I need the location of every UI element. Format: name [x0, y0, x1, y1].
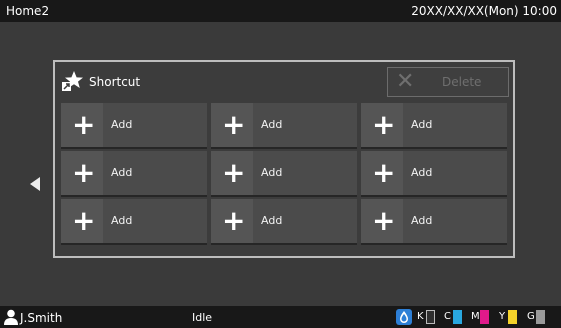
add-label: Add	[111, 118, 133, 131]
plus-icon-box: +	[61, 151, 103, 195]
add-shortcut-button[interactable]: + Add	[211, 199, 357, 245]
header-bar: Home2 20XX/XX/XX(Mon) 10:00	[0, 0, 561, 22]
add-shortcut-button[interactable]: + Add	[361, 199, 507, 245]
plus-icon-box: +	[61, 103, 103, 147]
add-shortcut-button[interactable]: + Add	[211, 151, 357, 197]
machine-status: Idle	[192, 311, 213, 324]
add-label: Add	[261, 118, 283, 131]
plus-icon-box: +	[211, 199, 253, 243]
ink-m-letter: M	[471, 311, 480, 322]
add-label: Add	[411, 118, 433, 131]
plus-icon-box: +	[211, 151, 253, 195]
user-name[interactable]: J.Smith	[20, 307, 62, 328]
ink-k-level	[426, 310, 435, 324]
date-time: 20XX/XX/XX(Mon) 10:00	[411, 4, 557, 18]
add-label: Add	[411, 166, 433, 179]
add-label: Add	[411, 214, 433, 227]
add-label: Add	[111, 214, 133, 227]
plus-icon: +	[72, 156, 96, 189]
plus-icon: +	[72, 108, 96, 141]
add-label: Add	[111, 166, 133, 179]
ink-c-letter: C	[444, 311, 451, 322]
status-bar: J.Smith Idle K C M Y G	[0, 306, 561, 328]
plus-icon: +	[372, 156, 396, 189]
previous-page-arrow-icon[interactable]	[30, 177, 40, 191]
plus-icon: +	[372, 108, 396, 141]
plus-icon: +	[72, 204, 96, 237]
shortcut-panel: Shortcut ✕ Delete + Add + Add + Add + Ad…	[53, 60, 515, 258]
plus-icon: +	[372, 204, 396, 237]
delete-label: Delete	[442, 75, 482, 89]
plus-icon: +	[222, 156, 246, 189]
ink-levels[interactable]: K C M Y G	[396, 306, 561, 328]
ink-drop-icon	[396, 309, 412, 325]
plus-icon-box: +	[361, 199, 403, 243]
ink-c-level	[453, 310, 462, 324]
ink-g-level	[536, 310, 545, 324]
add-label: Add	[261, 166, 283, 179]
add-shortcut-button[interactable]: + Add	[61, 151, 207, 197]
ink-m-level	[480, 310, 489, 324]
ink-y-letter: Y	[499, 311, 506, 322]
add-shortcut-button[interactable]: + Add	[211, 103, 357, 149]
shortcut-grid: + Add + Add + Add + Add + Add + Add + Ad…	[61, 103, 507, 249]
add-label: Add	[261, 214, 283, 227]
screen-title: Home2	[6, 4, 50, 18]
add-shortcut-button[interactable]: + Add	[361, 103, 507, 149]
ink-y-level	[508, 310, 517, 324]
plus-icon-box: +	[61, 199, 103, 243]
close-icon: ✕	[396, 69, 415, 94]
shortcut-star-icon	[62, 71, 83, 91]
user-icon[interactable]	[4, 309, 18, 325]
shortcut-title: Shortcut	[89, 75, 141, 89]
ink-g-letter: G	[527, 311, 535, 322]
plus-icon: +	[222, 204, 246, 237]
add-shortcut-button[interactable]: + Add	[61, 103, 207, 149]
shortcut-panel-header: Shortcut ✕ Delete	[55, 62, 513, 100]
plus-icon-box: +	[361, 151, 403, 195]
home-screen: Shortcut ✕ Delete + Add + Add + Add + Ad…	[0, 22, 561, 306]
add-shortcut-button[interactable]: + Add	[361, 151, 507, 197]
ink-k-letter: K	[417, 311, 424, 322]
plus-icon: +	[222, 108, 246, 141]
plus-icon-box: +	[361, 103, 403, 147]
add-shortcut-button[interactable]: + Add	[61, 199, 207, 245]
plus-icon-box: +	[211, 103, 253, 147]
delete-button[interactable]: ✕ Delete	[387, 67, 509, 97]
